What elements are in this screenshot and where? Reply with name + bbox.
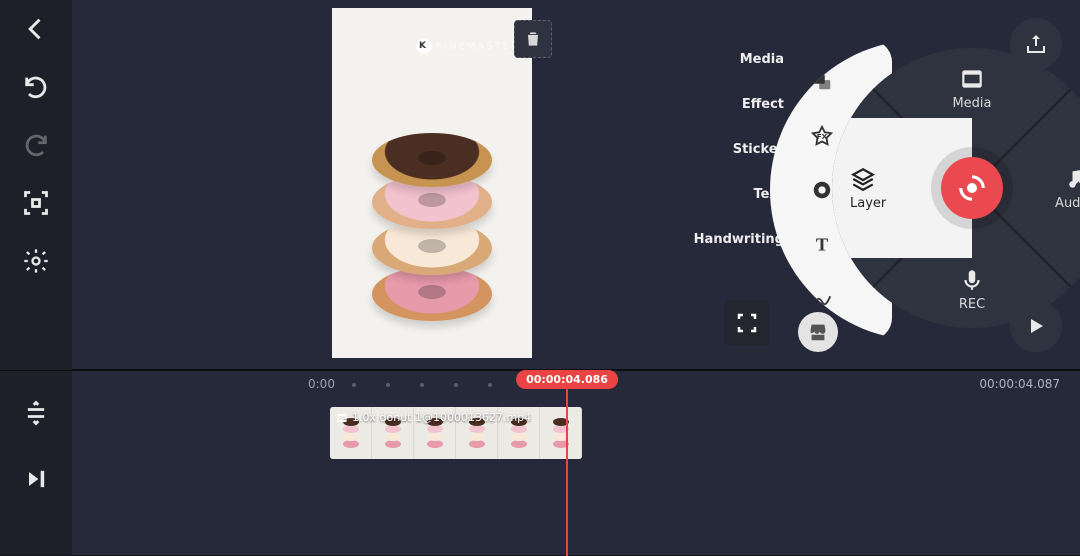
preview-content (367, 133, 497, 323)
play-button[interactable] (1010, 300, 1062, 352)
submenu-label-media: Media (684, 52, 784, 67)
clip-label-text: 1.0x donut 1@1000013627.mp4 (352, 411, 531, 424)
wheel-camera-button[interactable] (941, 157, 1003, 219)
project-duration: 00:00:04.087 (979, 377, 1060, 391)
delete-watermark-button[interactable] (514, 20, 552, 58)
back-button[interactable] (0, 0, 72, 58)
submenu-label-handwriting: Handwriting (684, 232, 784, 247)
wheel-rec-label: REC (959, 297, 985, 312)
ruler-start-label: 0:00 (308, 377, 335, 391)
layer-handwriting-button[interactable] (804, 281, 840, 317)
submenu-label-effect: Effect (684, 97, 784, 112)
watermark: K KINEMASTER (416, 38, 521, 54)
wheel-audio-label: Audio (1055, 196, 1080, 211)
layer-media-button[interactable] (804, 63, 840, 99)
timeline-clip[interactable]: 1.0x donut 1@1000013627.mp4 (330, 407, 582, 459)
playhead-time-badge: 00:00:04.086 (516, 370, 618, 389)
wheel-layer-label: Layer (850, 196, 886, 211)
project-settings-button[interactable] (0, 232, 72, 290)
watermark-text: KINEMASTER (436, 41, 521, 52)
redo-button[interactable] (0, 116, 72, 174)
wheel-media-label: Media (952, 96, 991, 111)
undo-button[interactable] (0, 58, 72, 116)
preview-panel: K KINEMASTER (72, 0, 692, 370)
kinemaster-logo-icon: K (416, 38, 432, 54)
fullscreen-button[interactable] (724, 300, 770, 346)
submenu-label-sticker: Sticker (684, 142, 784, 157)
submenu-label-text: Text (684, 187, 784, 202)
svg-text:T: T (816, 235, 828, 255)
layer-submenu-labels: Media Effect Sticker Text Handwriting (684, 52, 784, 247)
control-panel: Media Effect Sticker Text Handwriting FX… (692, 0, 1080, 370)
preview-frame[interactable]: K KINEMASTER (332, 8, 532, 358)
timeline-expand-button[interactable] (0, 384, 72, 442)
jump-to-end-button[interactable] (0, 450, 72, 508)
svg-text:FX: FX (817, 131, 828, 140)
left-toolbar (0, 0, 72, 555)
export-button[interactable] (1010, 18, 1062, 70)
capture-frame-button[interactable] (0, 174, 72, 232)
toolbar-divider (0, 370, 72, 371)
playhead[interactable]: 00:00:04.086 (566, 371, 568, 556)
clip-label: 1.0x donut 1@1000013627.mp4 (336, 411, 531, 424)
timeline-panel[interactable]: 0:00 00:00:04.087 1.0x donut 1@100001362… (72, 370, 1080, 555)
ruler-ticks (352, 383, 526, 387)
asset-store-button[interactable] (798, 312, 838, 352)
